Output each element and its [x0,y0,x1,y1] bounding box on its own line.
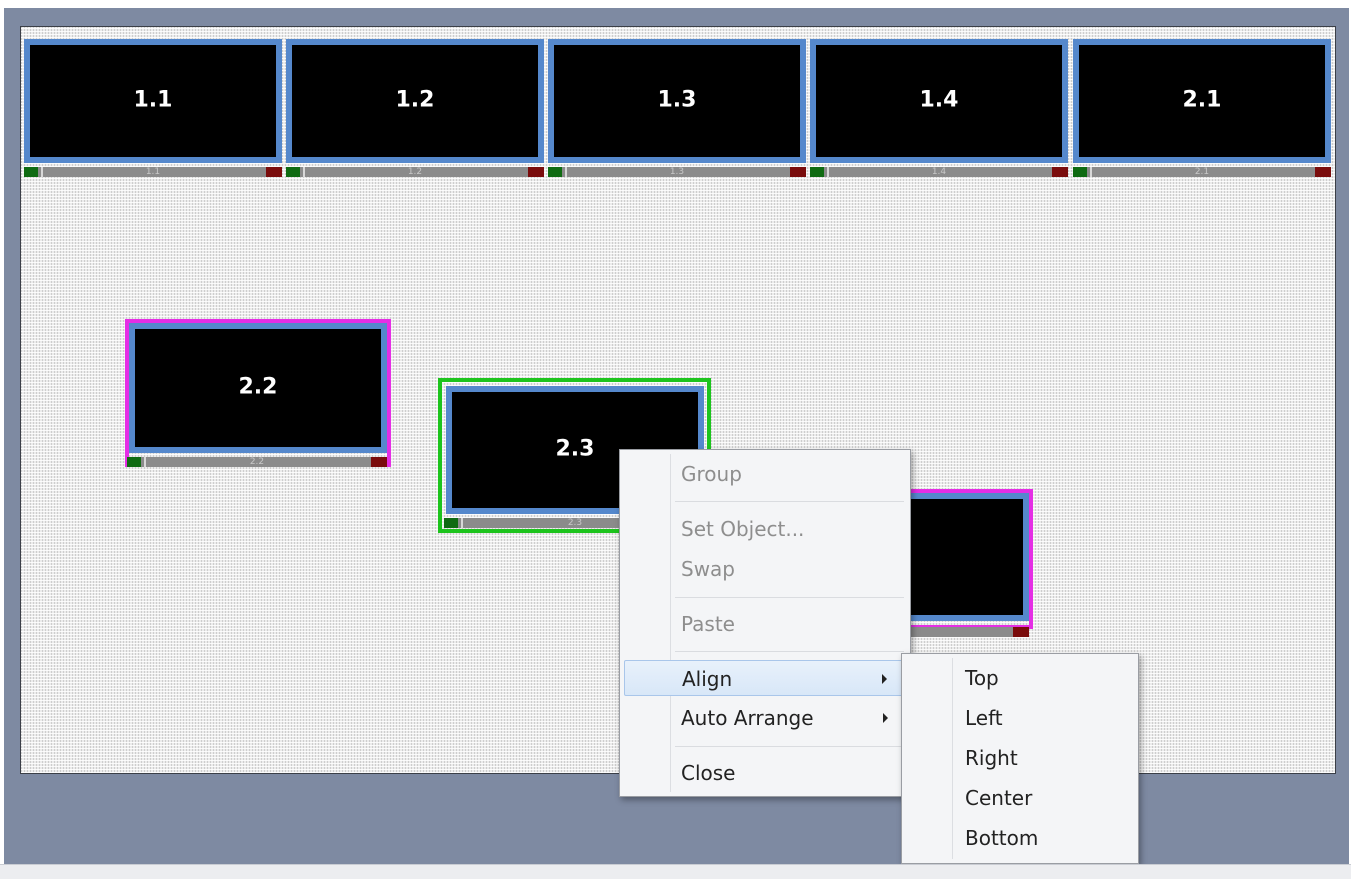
display-tile-2-1[interactable]: 2.1 [1073,39,1331,163]
menu-separator [675,501,904,502]
menu-item-label: Paste [681,612,735,636]
menu-separator [675,746,904,747]
status-red-indicator [1013,627,1029,637]
tile-status-bar-1-2: 1.2 [286,167,544,177]
status-red-indicator [790,167,806,177]
status-bar-label: 1.4 [931,167,947,177]
context-menu: Group Set Object... Swap Paste Align Aut… [619,449,911,797]
display-tile-2-4[interactable] [905,493,1029,621]
tile-label: 1.2 [395,87,435,113]
display-tile-1-3[interactable]: 1.3 [548,39,806,163]
menu-item-label: Swap [681,557,736,581]
display-tile-1-2[interactable]: 1.2 [286,39,544,163]
status-red-indicator [1315,167,1331,177]
display-tile-1-1[interactable]: 1.1 [24,39,282,163]
status-bar-label: 2.1 [1194,167,1210,177]
status-bar-label: 1.2 [407,167,423,177]
menu-item-align[interactable]: Align [624,660,906,696]
tile-label: 2.2 [238,374,278,400]
menu-item-label: Align [682,667,733,691]
status-strip [0,864,1351,879]
tile-label: 1.3 [657,87,697,113]
tile-label: 1.1 [133,87,173,113]
menu-separator [675,651,904,652]
tile-status-bar-1-1: 1.1 [24,167,282,177]
menu-item-label: Auto Arrange [681,706,814,730]
menu-item-label: Center [965,786,1033,810]
menu-item-paste[interactable]: Paste [624,606,906,642]
menu-item-label: Close [681,761,736,785]
menu-item-label: Set Object... [681,517,805,541]
display-tile-1-4[interactable]: 1.4 [810,39,1068,163]
tile-status-bar-1-4: 1.4 [810,167,1068,177]
status-red-indicator [1052,167,1068,177]
submenu-arrow-icon [882,674,887,684]
tile-status-bar-2-4 [903,627,1029,637]
menu-separator [675,597,904,598]
status-bar-label: 2.2 [249,457,265,467]
menu-item-label: Right [965,746,1018,770]
menu-item-auto-arrange[interactable]: Auto Arrange [624,700,906,736]
tile-status-bar-2-2: 2.2 [127,457,387,467]
align-center[interactable]: Center [906,780,1134,816]
tile-label: 2.1 [1182,87,1222,113]
menu-item-label: Top [965,666,999,690]
align-left[interactable]: Left [906,700,1134,736]
menu-item-set-object[interactable]: Set Object... [624,511,906,547]
tile-status-bar-1-3: 1.3 [548,167,806,177]
status-red-indicator [528,167,544,177]
menu-item-close[interactable]: Close [624,755,906,791]
submenu-arrow-icon [883,713,888,723]
menu-item-swap[interactable]: Swap [624,551,906,587]
align-top[interactable]: Top [906,660,1134,696]
status-bar-label: 1.1 [145,167,161,177]
status-bar-label: 1.3 [669,167,685,177]
align-bottom[interactable]: Bottom [906,820,1134,856]
align-submenu: Top Left Right Center Bottom [901,653,1139,864]
menu-item-group[interactable]: Group [624,456,906,492]
display-tile-2-2[interactable]: 2.2 [129,323,387,453]
status-red-indicator [371,457,387,467]
tile-label: 1.4 [919,87,959,113]
menu-item-label: Left [965,706,1003,730]
menu-item-label: Group [681,462,742,486]
status-red-indicator [266,167,282,177]
tile-status-bar-2-1: 2.1 [1073,167,1331,177]
menu-item-label: Bottom [965,826,1039,850]
align-right[interactable]: Right [906,740,1134,776]
